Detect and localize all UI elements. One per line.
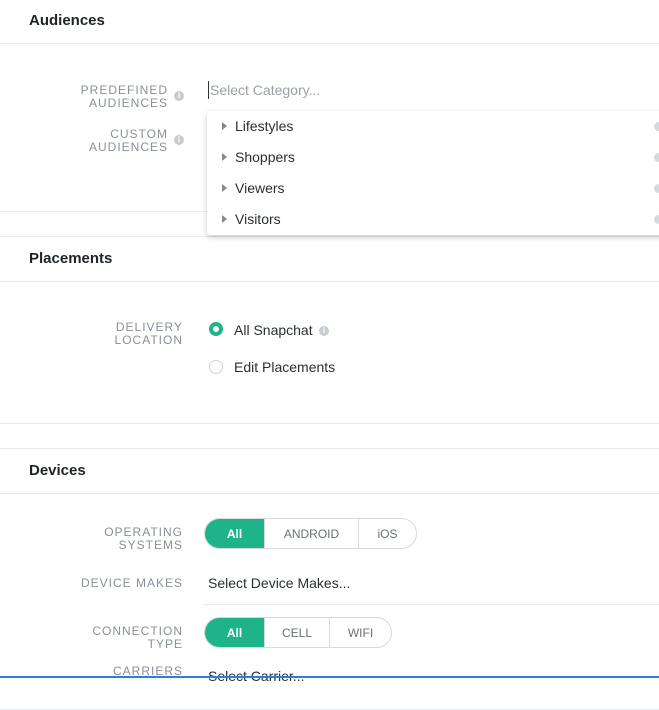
os-ios-button[interactable]: iOS (358, 519, 416, 548)
delivery-location-label: DELIVERY LOCATION (114, 320, 183, 347)
info-icon (654, 215, 659, 224)
os-android-button[interactable]: ANDROID (264, 519, 358, 548)
caret-right-icon (222, 153, 227, 161)
info-icon[interactable]: i (174, 91, 184, 101)
info-icon (654, 184, 659, 193)
device-makes-underline (204, 604, 659, 605)
operating-systems-label: OPERATING SYSTEMS (104, 525, 183, 552)
caret-right-icon (222, 184, 227, 192)
edit-placements-label[interactable]: Edit Placements (234, 359, 335, 375)
conn-cell-button[interactable]: CELL (264, 618, 329, 647)
predefined-audiences-label: PREDEFINED AUDIENCES (80, 83, 168, 110)
device-makes-label: DEVICE MAKES (80, 576, 183, 590)
text-caret (208, 81, 209, 99)
os-all-button[interactable]: All (205, 519, 264, 548)
placements-title: Placements (0, 237, 659, 282)
device-makes-select[interactable]: Select Device Makes... (208, 575, 350, 591)
connection-segmented-control: All CELL WIFI (204, 617, 392, 648)
all-snapchat-radio[interactable] (209, 322, 223, 336)
caret-right-icon (222, 215, 227, 223)
dropdown-item[interactable]: Visitors (207, 204, 659, 235)
conn-wifi-button[interactable]: WIFI (329, 618, 391, 647)
dropdown-item[interactable]: Lifestyles (207, 111, 659, 142)
audiences-title: Audiences (0, 0, 659, 44)
info-icon[interactable]: i (319, 326, 329, 336)
conn-all-button[interactable]: All (205, 618, 264, 647)
dropdown-item[interactable]: Viewers (207, 173, 659, 204)
info-icon[interactable]: i (174, 135, 184, 145)
dropdown-item[interactable]: Shoppers (207, 142, 659, 173)
custom-audiences-label: CUSTOM AUDIENCES (88, 127, 168, 154)
caret-right-icon (222, 122, 227, 130)
devices-title: Devices (0, 449, 659, 494)
edit-placements-radio[interactable] (209, 360, 223, 374)
connection-type-label: CONNECTION TYPE (92, 624, 183, 651)
category-dropdown: Lifestyles Shoppers Viewers Visitors (207, 111, 659, 235)
info-icon (654, 122, 659, 131)
info-icon (654, 153, 659, 162)
all-snapchat-label[interactable]: All Snapchat (234, 322, 313, 338)
category-select-input[interactable]: Select Category... (210, 82, 320, 98)
os-segmented-control: All ANDROID iOS (204, 518, 417, 549)
